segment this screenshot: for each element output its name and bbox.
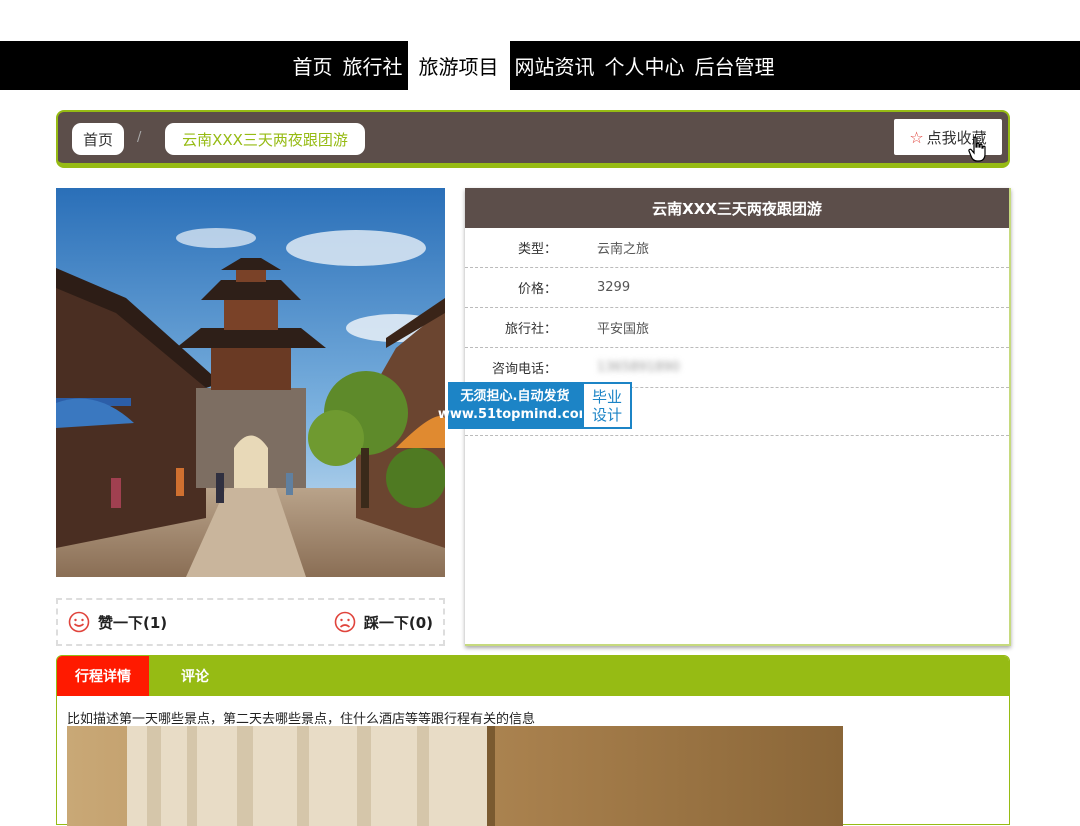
- watermark-left: 无须担心.自动发货 www.51topmind.com: [438, 382, 592, 429]
- nav-item-tour-projects[interactable]: 旅游项目: [407, 41, 510, 90]
- frown-icon: [334, 611, 356, 633]
- hotel-photo: [67, 726, 843, 826]
- watermark-right1: 毕业: [591, 387, 622, 406]
- star-icon: ☆: [909, 127, 924, 147]
- top-navigation: 首页 旅行社 旅游项目 网站资讯 个人中心 后台管理: [0, 41, 1080, 90]
- watermark-badge: 无须担心.自动发货 www.51topmind.com 毕业 设计: [438, 382, 632, 429]
- info-row-price: 价格： 3299: [465, 268, 1009, 308]
- breadcrumb-current: 云南XXX三天两夜跟团游: [165, 123, 365, 155]
- dislike-label: 踩一下(0): [363, 613, 433, 632]
- nav-item-admin[interactable]: 后台管理: [690, 41, 780, 90]
- tab-itinerary[interactable]: 行程详情: [57, 656, 149, 696]
- nav-items: 首页 旅行社 旅游项目 网站资讯 个人中心 后台管理: [288, 41, 780, 90]
- info-value: 云南之旅: [597, 242, 650, 257]
- info-label: 咨询电话：: [491, 362, 557, 377]
- nav-item-news[interactable]: 网站资讯: [510, 41, 600, 90]
- breadcrumb-home-link[interactable]: 首页: [72, 123, 124, 155]
- info-value: 1365891890: [597, 360, 680, 375]
- info-label: 旅行社：: [504, 322, 557, 337]
- info-row-type: 类型： 云南之旅: [465, 228, 1009, 268]
- vote-bar: 赞一下(1) 踩一下(0): [56, 598, 445, 646]
- watermark-line1: 无须担心.自动发货: [460, 388, 570, 404]
- info-label: 类型：: [517, 242, 557, 257]
- itinerary-text: 比如描述第一天哪些景点，第二天去哪些景点，住什么酒店等等跟行程有关的信息: [67, 712, 536, 727]
- nav-item-user-center[interactable]: 个人中心: [600, 41, 690, 90]
- info-label: 价格：: [517, 282, 557, 297]
- dislike-button[interactable]: 踩一下(0): [334, 611, 433, 633]
- breadcrumb-separator: /: [137, 130, 142, 145]
- tour-main-photo: [56, 188, 445, 577]
- tab-comments[interactable]: 评论: [149, 656, 241, 696]
- breadcrumb: 首页 / 云南XXX三天两夜跟团游 ☆ 点我收藏: [56, 110, 1010, 168]
- info-value: 3299: [597, 280, 631, 295]
- nav-item-home[interactable]: 首页: [288, 41, 338, 90]
- info-value: 平安国旅: [597, 322, 650, 337]
- smile-icon: [68, 611, 90, 633]
- hand-cursor-icon: [968, 136, 986, 162]
- nav-item-travel-agency[interactable]: 旅行社: [338, 41, 408, 90]
- watermark-right2: 设计: [591, 405, 622, 424]
- like-label: 赞一下(1): [98, 613, 168, 632]
- detail-tabs: 行程详情 评论 比如描述第一天哪些景点，第二天去哪些景点，住什么酒店等等跟行程有…: [56, 655, 1010, 826]
- like-button[interactable]: 赞一下(1): [68, 611, 167, 633]
- info-row-agency: 旅行社： 平安国旅: [465, 308, 1009, 348]
- watermark-line2: www.51topmind.com: [437, 406, 593, 422]
- tab-bar: 行程详情 评论: [57, 656, 1009, 696]
- tour-title: 云南XXX三天两夜跟团游: [465, 188, 1009, 228]
- watermark-right: 毕业 设计: [582, 382, 632, 429]
